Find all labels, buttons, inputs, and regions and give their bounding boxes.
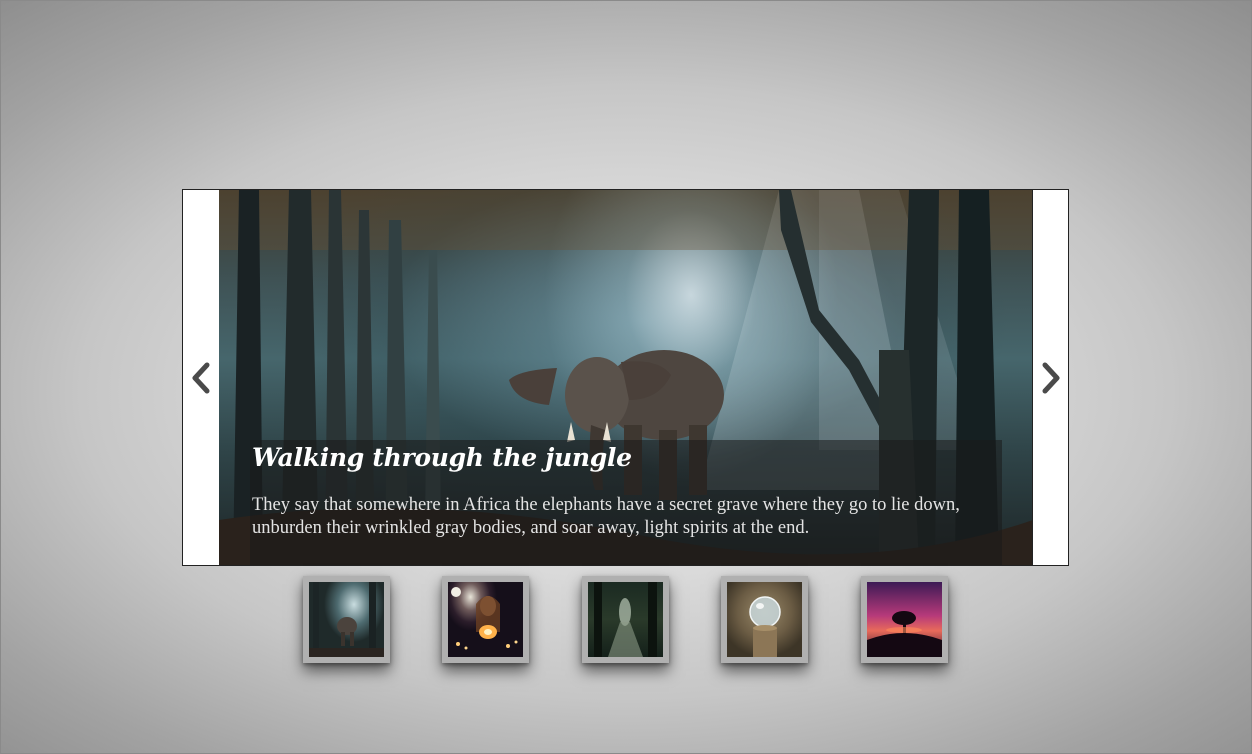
chevron-right-icon <box>1042 362 1059 393</box>
image-slider: Walking through the jungle They say that… <box>182 189 1069 566</box>
caption-title: Walking through the jungle <box>252 443 632 472</box>
chevron-left-icon <box>192 362 210 393</box>
thumbnail-woman-lights[interactable] <box>442 576 529 663</box>
thumbnail-forest-path[interactable] <box>582 576 669 663</box>
prev-slide-button[interactable] <box>183 190 219 565</box>
thumbnail-image <box>309 582 384 657</box>
thumbnail-image <box>867 582 942 657</box>
thumbnail-sunset-tree[interactable] <box>861 576 948 663</box>
next-slide-button[interactable] <box>1032 190 1068 565</box>
thumbnail-crystal-ball[interactable] <box>721 576 808 663</box>
thumbnail-elephant[interactable] <box>303 576 390 663</box>
thumbnail-image <box>588 582 663 657</box>
caption-text: They say that somewhere in Africa the el… <box>252 495 960 538</box>
thumbnail-image <box>448 582 523 657</box>
slide-caption: Walking through the jungle They say that… <box>250 440 1002 565</box>
slide-image-elephant: Walking through the jungle They say that… <box>219 190 1033 565</box>
thumbnail-image <box>727 582 802 657</box>
